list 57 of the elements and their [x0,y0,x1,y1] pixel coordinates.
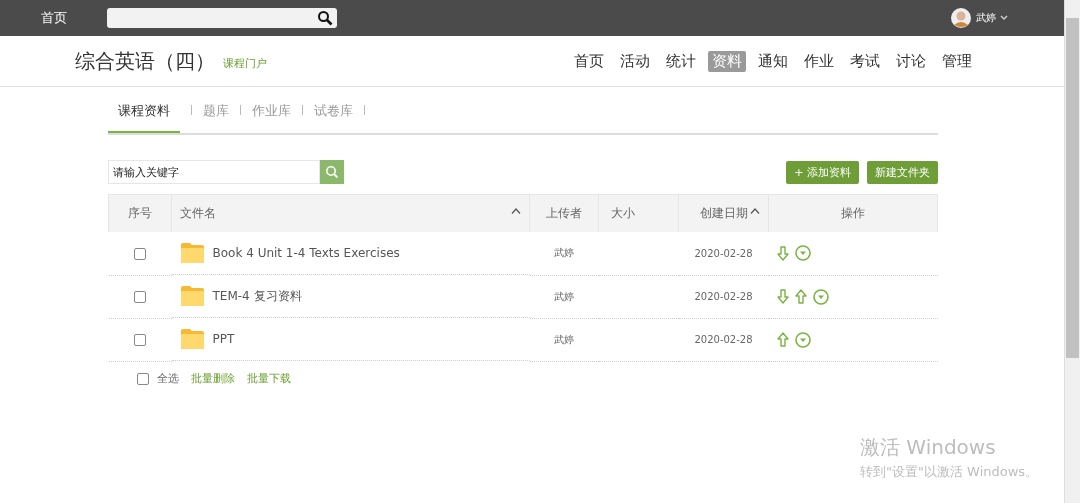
nav-tab[interactable]: 活动 [616,50,654,72]
column-header[interactable]: 上传者 [529,194,599,232]
move-up-icon[interactable] [776,332,789,347]
search-icon [325,165,339,179]
created-date: 2020-02-28 [694,291,753,302]
select-all-checkbox[interactable] [137,372,149,385]
keyword-search-field[interactable]: 请输入关键字 [108,160,320,184]
nav-tab[interactable]: 考试 [846,50,884,72]
bulk-action-link[interactable]: 批量删除 [191,371,235,386]
home-link[interactable]: 首页 [41,9,67,27]
dropdown-circle-icon[interactable] [794,331,811,348]
row-checkbox[interactable] [134,247,146,260]
move-down-icon[interactable] [776,289,789,304]
search-button[interactable] [320,160,344,184]
scrollbar[interactable] [1064,0,1080,503]
select-all-label[interactable]: 全选 [157,371,179,386]
file-name[interactable]: Book 4 Unit 1-4 Texts Exercises [212,246,400,260]
created-date: 2020-02-28 [694,247,753,259]
user-name[interactable]: 武婷 [976,11,996,25]
search-icon[interactable] [317,10,333,26]
column-header[interactable]: 创建日期 [678,194,769,232]
move-up-icon[interactable] [794,289,807,304]
uploader-name: 武婷 [554,290,574,302]
course-title: 综合英语（四） [75,47,215,75]
activation-text: 转到"设置"以激活 Windows。 [860,463,1039,481]
avatar-icon[interactable] [951,8,971,28]
folder-icon [179,285,205,307]
sort-icon[interactable] [511,208,521,214]
folder-icon [179,328,205,350]
nav-tab[interactable]: 作业 [800,50,838,72]
course-portal-link[interactable]: 课程门户 [223,55,267,71]
sub-tab[interactable]: 课程资料 [108,89,180,133]
sort-icon[interactable] [750,208,760,214]
row-checkbox[interactable] [134,291,146,303]
dropdown-circle-icon[interactable] [812,288,829,305]
nav-tab[interactable]: 管理 [938,50,976,72]
row-checkbox[interactable] [134,334,146,346]
file-name[interactable]: PPT [212,332,235,346]
search-field[interactable] [107,8,337,28]
column-header[interactable]: 操作 [768,194,938,232]
column-header[interactable]: 文件名 [171,194,530,232]
move-down-icon[interactable] [776,245,789,261]
nav-tab[interactable]: 首页 [570,50,608,72]
nav-tab[interactable]: 讨论 [892,50,930,72]
folder-icon [179,242,205,264]
column-header[interactable]: 大小 [598,194,679,232]
uploader-name: 武婷 [554,333,574,345]
created-date: 2020-02-28 [694,334,753,345]
nav-tab[interactable]: 通知 [754,50,792,72]
chevron-down-icon[interactable] [1000,15,1008,21]
nav-tab[interactable]: 统计 [662,50,700,72]
dropdown-circle-icon[interactable] [794,245,811,262]
activation-title: 激活 Windows [860,434,997,461]
file-name[interactable]: TEM-4 复习资料 [212,287,302,305]
column-header[interactable]: 序号 [108,194,172,232]
bulk-action-link[interactable]: 批量下载 [247,371,291,386]
uploader-name: 武婷 [554,247,574,259]
